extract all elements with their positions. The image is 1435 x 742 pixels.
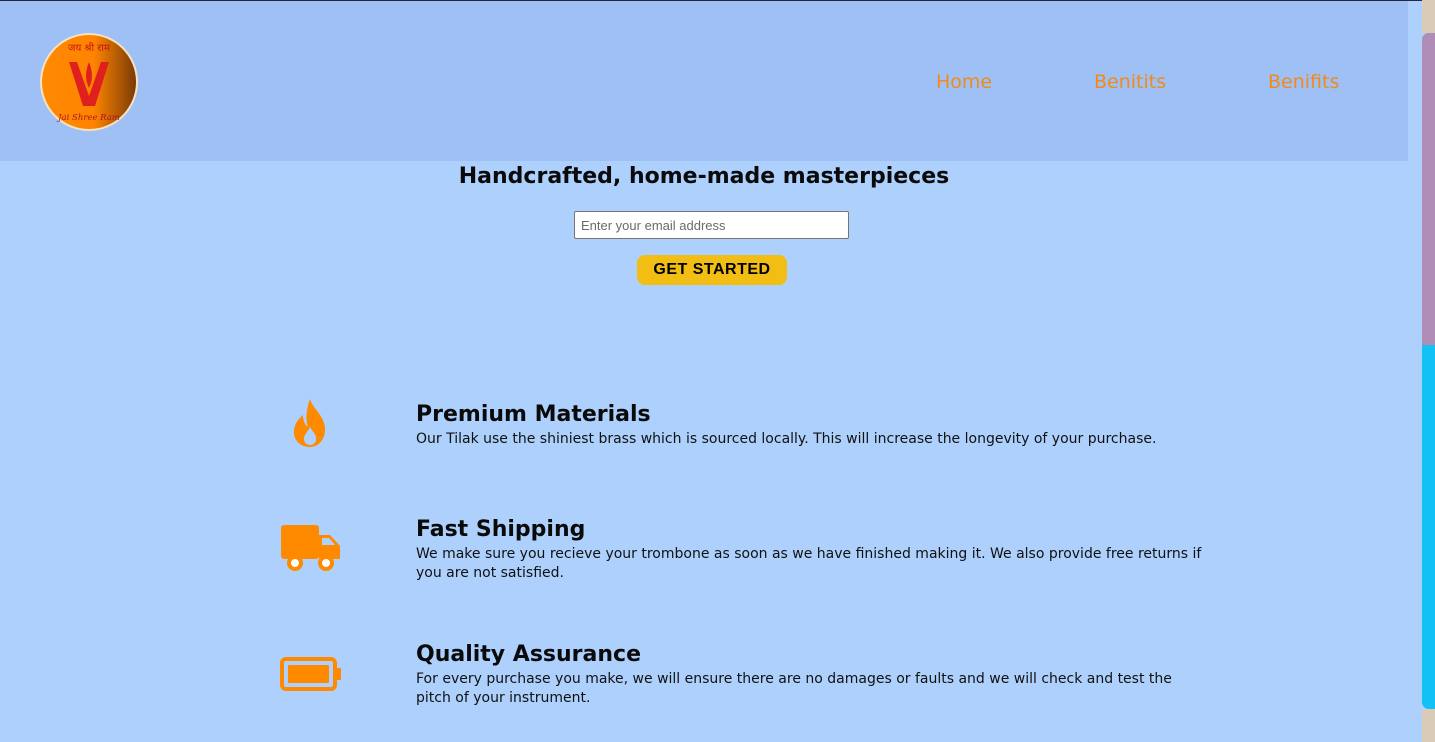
scrollbar-up-area[interactable] — [1422, 0, 1435, 33]
scrollbar-thumb[interactable] — [1422, 33, 1435, 345]
feature-description-premium-materials: Our Tilak use the shiniest brass which i… — [416, 431, 1157, 447]
site-logo[interactable]: जय श्री राम Jai Shree Ram — [39, 32, 139, 132]
page: जय श्री राम Jai Shree Ram Home Benitits … — [0, 0, 1435, 742]
feature-description-quality-assurance: For every purchase you make, we will ens… — [416, 671, 1172, 706]
nav-link-benifits[interactable]: Benifits — [1268, 71, 1339, 93]
get-started-button[interactable]: GET STARTED — [637, 255, 787, 285]
logo-top-text: जय श्री राम — [68, 42, 111, 54]
truck-icon — [280, 522, 342, 574]
feature-title-quality-assurance: Quality Assurance — [416, 642, 642, 667]
scrollbar-down-area[interactable] — [1422, 709, 1435, 742]
nav-link-home[interactable]: Home — [936, 71, 992, 93]
email-input[interactable] — [574, 211, 849, 239]
tilak-logo-icon: जय श्री राम Jai Shree Ram — [40, 33, 138, 131]
nav-link-benitits[interactable]: Benitits — [1094, 71, 1166, 93]
battery-icon — [280, 656, 342, 692]
logo-bottom-text: Jai Shree Ram — [56, 113, 120, 123]
site-header: जय श्री राम Jai Shree Ram Home Benitits … — [0, 1, 1408, 161]
feature-title-fast-shipping: Fast Shipping — [416, 517, 586, 542]
hero-title: Handcrafted, home-made masterpieces — [458, 164, 950, 189]
fire-icon — [280, 397, 342, 451]
feature-description-fast-shipping: We make sure you recieve your trombone a… — [416, 546, 1202, 581]
feature-title-premium-materials: Premium Materials — [416, 402, 651, 427]
